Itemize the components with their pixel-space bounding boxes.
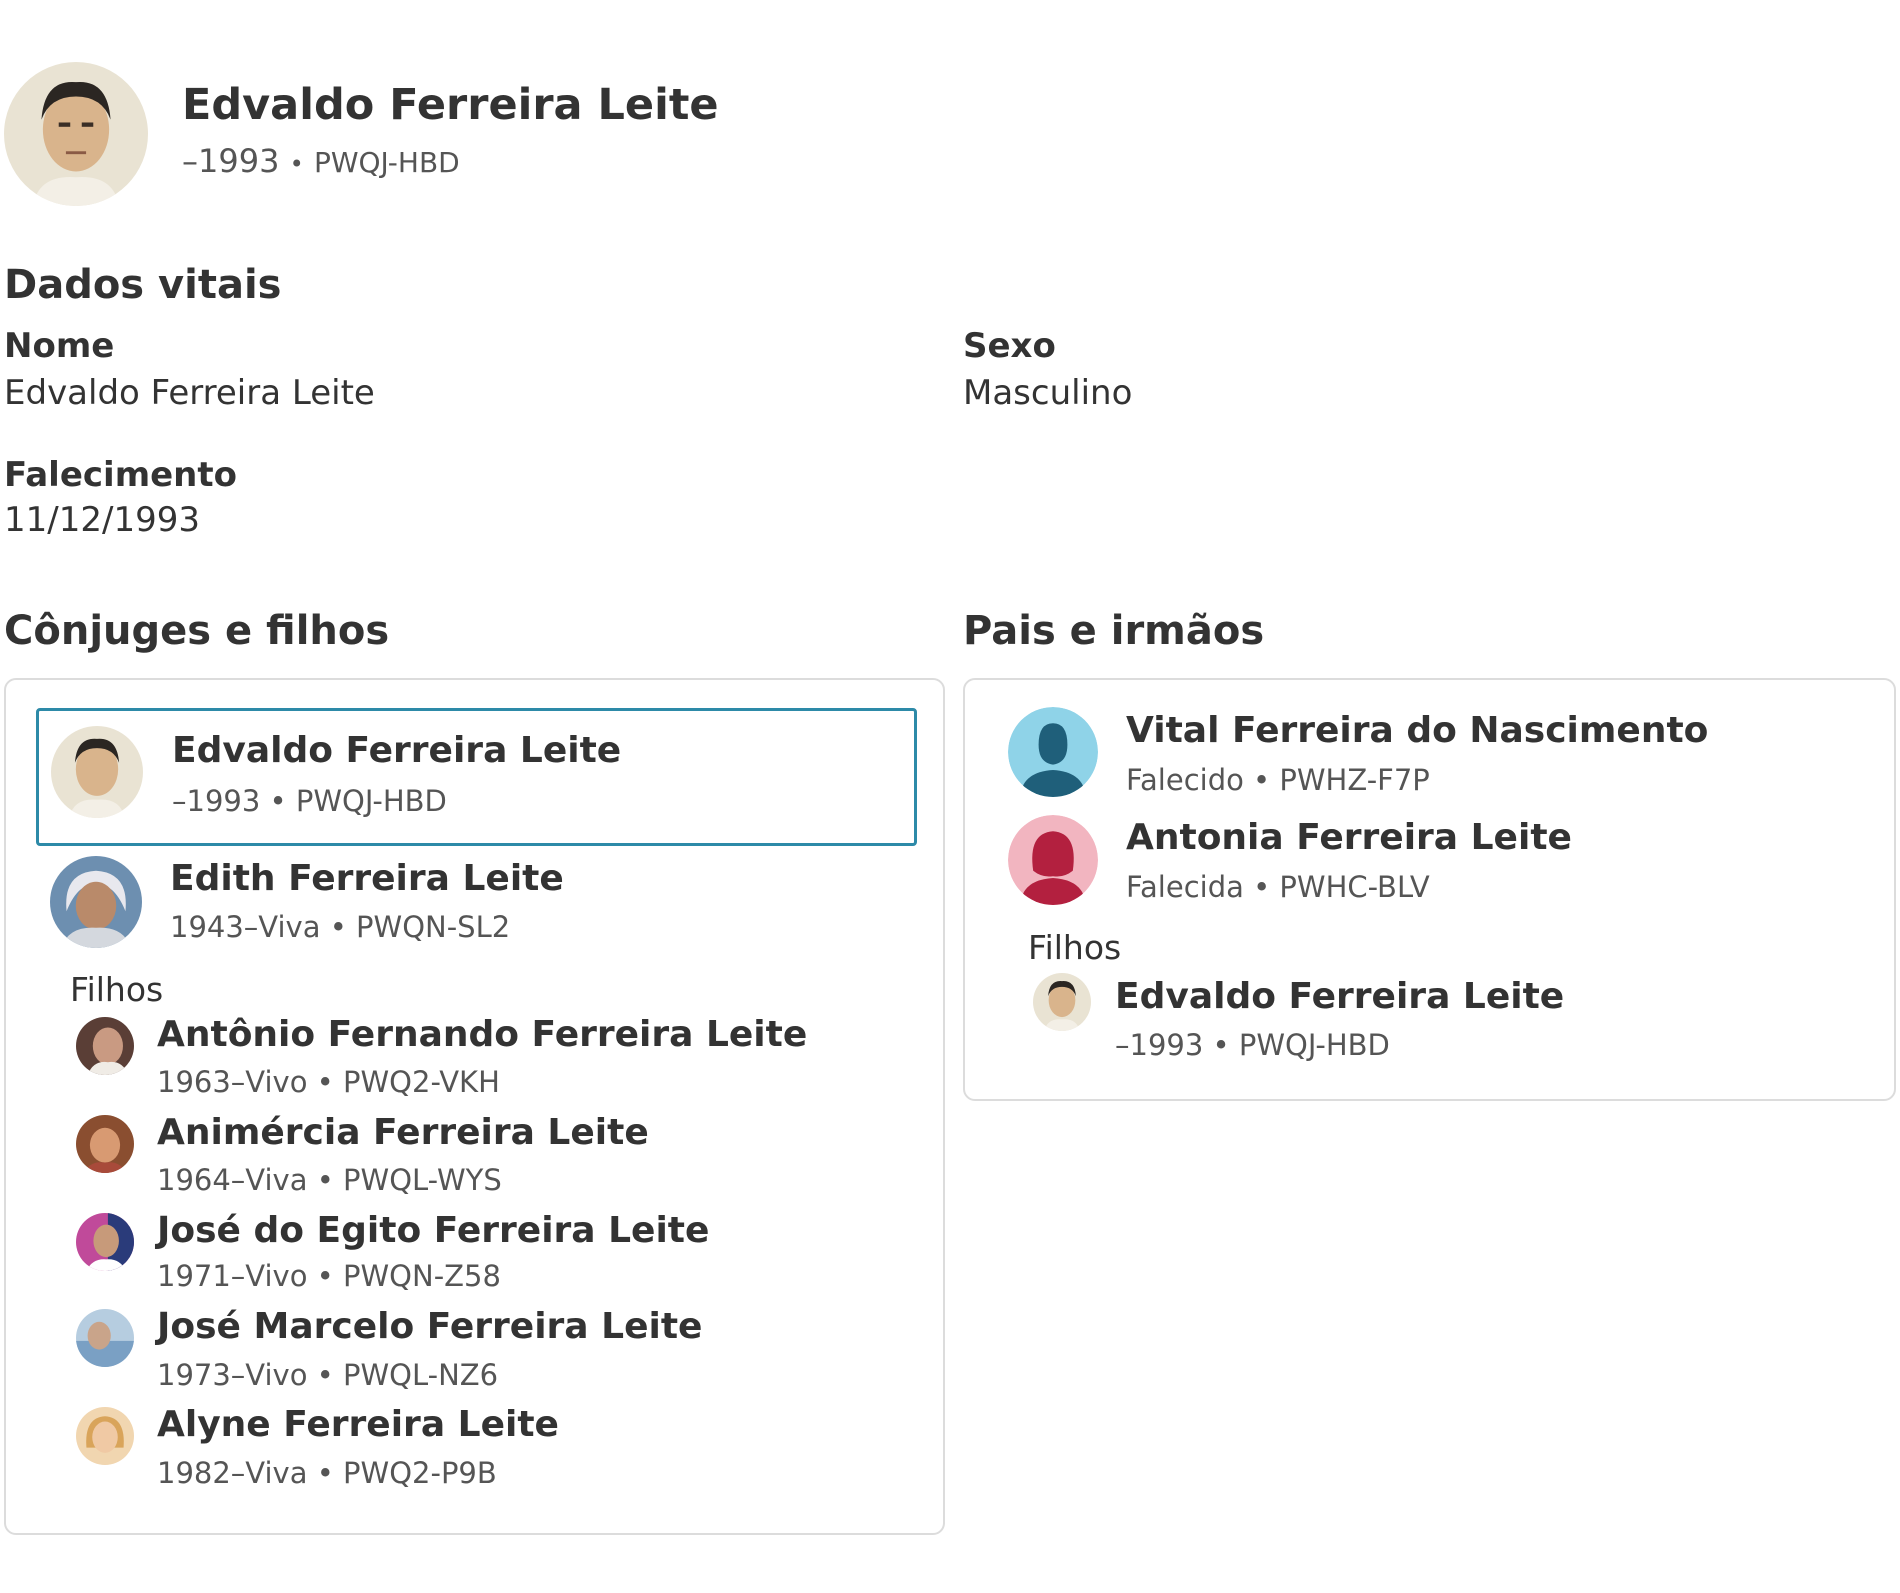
child-avatar[interactable]	[76, 1115, 134, 1173]
vitals-title: Dados vitais	[4, 262, 282, 308]
mother-meta: Falecida • PWHC-BLV	[1126, 870, 1430, 904]
child-name[interactable]: José Marcelo Ferreira Leite	[157, 1306, 702, 1347]
child-avatar[interactable]	[76, 1407, 134, 1465]
self-meta: –1993 • PWQJ-HBD	[172, 784, 447, 818]
father-meta: Falecido • PWHZ-F7P	[1126, 763, 1430, 797]
profile-photo	[4, 62, 148, 206]
children-label: Filhos	[70, 970, 164, 1009]
separator-dot: •	[289, 150, 304, 178]
mother-avatar[interactable]	[1008, 815, 1098, 905]
child-avatar[interactable]	[76, 1309, 134, 1367]
name-value: Edvaldo Ferreira Leite	[4, 373, 375, 413]
spouses-children-title: Cônjuges e filhos	[4, 608, 390, 654]
child-meta: 1973–Vivo • PWQL-NZ6	[157, 1358, 499, 1392]
child-meta: 1964–Viva • PWQL-WYS	[157, 1163, 502, 1197]
female-silhouette-icon	[1008, 815, 1098, 905]
self-avatar[interactable]	[51, 726, 143, 818]
header-subtitle: –1993 • PWQJ-HBD	[182, 142, 460, 180]
sibling-avatar[interactable]	[1033, 973, 1091, 1031]
sibling-name[interactable]: Edvaldo Ferreira Leite	[1115, 976, 1564, 1017]
parents-siblings-card: Vital Ferreira do Nascimento Falecido • …	[963, 678, 1896, 1101]
spouse-meta: 1943–Viva • PWQN-SL2	[170, 910, 511, 944]
spouses-children-card: Edvaldo Ferreira Leite –1993 • PWQJ-HBD …	[4, 678, 945, 1535]
page-title: Edvaldo Ferreira Leite	[182, 80, 719, 130]
father-avatar[interactable]	[1008, 707, 1098, 797]
header-pid[interactable]: PWQJ-HBD	[314, 146, 460, 179]
sibling-meta: –1993 • PWQJ-HBD	[1115, 1028, 1390, 1062]
child-name[interactable]: Alyne Ferreira Leite	[157, 1404, 559, 1445]
child-name[interactable]: José do Egito Ferreira Leite	[157, 1210, 709, 1251]
death-label: Falecimento	[4, 455, 238, 495]
child-avatar[interactable]	[76, 1017, 134, 1075]
spouse-name[interactable]: Edith Ferreira Leite	[170, 858, 564, 899]
child-avatar[interactable]	[76, 1213, 134, 1271]
child-name[interactable]: Antônio Fernando Ferreira Leite	[157, 1014, 807, 1055]
child-name[interactable]: Animércia Ferreira Leite	[157, 1112, 649, 1153]
mother-name[interactable]: Antonia Ferreira Leite	[1126, 817, 1572, 858]
spouse-avatar[interactable]	[50, 856, 142, 948]
siblings-label: Filhos	[1028, 928, 1122, 967]
name-label: Nome	[4, 326, 115, 366]
child-meta: 1971–Vivo • PWQN-Z58	[157, 1259, 501, 1293]
father-name[interactable]: Vital Ferreira do Nascimento	[1126, 710, 1708, 751]
death-value: 11/12/1993	[4, 500, 200, 540]
sex-label: Sexo	[963, 326, 1056, 366]
header-dates: –1993	[182, 142, 280, 180]
child-meta: 1982–Viva • PWQ2-P9B	[157, 1456, 497, 1490]
sex-value: Masculino	[963, 373, 1133, 413]
selected-person-box[interactable]	[36, 708, 917, 846]
child-meta: 1963–Vivo • PWQ2-VKH	[157, 1065, 500, 1099]
parents-siblings-title: Pais e irmãos	[963, 608, 1265, 654]
self-name[interactable]: Edvaldo Ferreira Leite	[172, 730, 621, 771]
male-silhouette-icon	[1008, 707, 1098, 797]
